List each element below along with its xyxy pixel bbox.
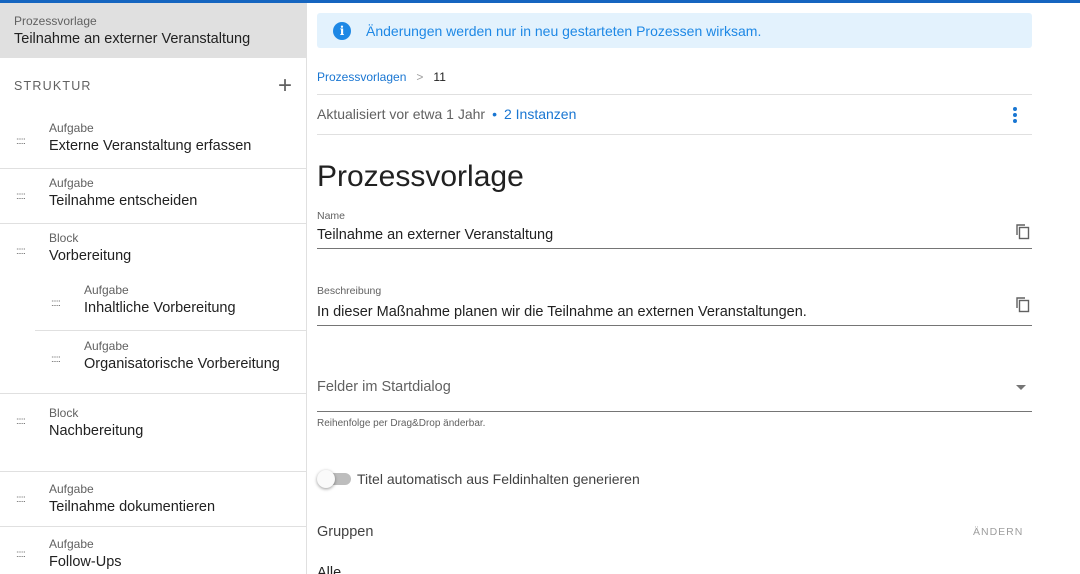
structure-block-vorbereitung[interactable]: ::::: Block Vorbereitung ::::: Aufgabe I…	[0, 224, 306, 394]
drag-handle-icon[interactable]: :::::	[16, 192, 26, 202]
breadcrumb-link-prozessvorlagen[interactable]: Prozessvorlagen	[317, 70, 406, 84]
dropdown-arrow-icon[interactable]	[1016, 385, 1026, 390]
item-name: Teilnahme dokumentieren	[49, 499, 216, 515]
info-banner: i Änderungen werden nur in neu gestartet…	[317, 13, 1032, 48]
groups-label: Gruppen	[317, 524, 374, 540]
drag-drop-hint: Reihenfolge per Drag&Drop änderbar.	[317, 418, 486, 429]
auto-title-toggle[interactable]	[317, 469, 353, 489]
meta-row: Aktualisiert vor etwa 1 Jahr • 2 Instanz…	[317, 106, 576, 122]
structure-block-nachbereitung[interactable]: ::::: Block Nachbereitung	[0, 394, 306, 472]
item-type: Aufgabe	[49, 482, 94, 496]
auto-title-toggle-label: Titel automatisch aus Feldinhalten gener…	[357, 471, 640, 487]
structure-item-organisatorische-vorbereitung[interactable]: ::::: Aufgabe Organisatorische Vorbereit…	[35, 332, 306, 387]
item-name: Vorbereitung	[49, 248, 132, 264]
breadcrumb: Prozessvorlagen > 11	[317, 70, 446, 84]
info-text: Änderungen werden nur in neu gestarteten…	[366, 22, 762, 39]
item-type: Aufgabe	[49, 176, 94, 190]
toggle-thumb[interactable]	[317, 470, 335, 488]
drag-handle-icon[interactable]: :::::	[16, 495, 26, 505]
sidebar: Prozessvorlage Teilnahme an externer Ver…	[0, 3, 307, 574]
structure-item-inhaltliche-vorbereitung[interactable]: ::::: Aufgabe Inhaltliche Vorbereitung	[35, 276, 306, 331]
item-type: Block	[49, 231, 79, 245]
page-title: Prozessvorlage	[317, 160, 524, 193]
description-field[interactable]: Beschreibung In dieser Maßnahme planen w…	[317, 285, 1032, 326]
start-dialog-fields-select[interactable]: Felder im Startdialog	[317, 375, 1032, 412]
copy-icon[interactable]	[1016, 297, 1030, 313]
item-type: Block	[49, 406, 79, 420]
sidebar-header-title: Teilnahme an externer Veranstaltung	[14, 31, 251, 47]
breadcrumb-current: 11	[433, 70, 446, 84]
breadcrumb-separator: >	[416, 70, 424, 84]
drag-handle-icon[interactable]: :::::	[16, 550, 26, 560]
item-type: Aufgabe	[84, 283, 129, 297]
drag-handle-icon[interactable]: :::::	[16, 417, 26, 427]
main-content: i Änderungen werden nur in neu gestartet…	[307, 3, 1080, 574]
item-name: Inhaltliche Vorbereitung	[84, 300, 236, 316]
plus-icon[interactable]: +	[278, 74, 292, 98]
description-field-label: Beschreibung	[317, 285, 382, 297]
structure-item-teilnahme-entscheiden[interactable]: ::::: Aufgabe Teilnahme entscheiden	[0, 169, 306, 224]
drag-handle-icon[interactable]: :::::	[16, 247, 26, 257]
updated-text: Aktualisiert vor etwa 1 Jahr	[317, 106, 486, 122]
structure-item-follow-ups[interactable]: ::::: Aufgabe Follow-Ups	[0, 527, 306, 574]
item-type: Aufgabe	[84, 339, 129, 353]
change-groups-button[interactable]: ÄNDERN	[973, 526, 1023, 538]
divider	[317, 94, 1032, 95]
item-name: Teilnahme entscheiden	[49, 193, 198, 209]
name-field[interactable]: Name Teilnahme an externer Veranstaltung	[317, 210, 1032, 249]
structure-item-teilnahme-dokumentieren[interactable]: ::::: Aufgabe Teilnahme dokumentieren	[0, 472, 306, 527]
drag-handle-icon[interactable]: :::::	[51, 299, 61, 309]
sidebar-header[interactable]: Prozessvorlage Teilnahme an externer Ver…	[0, 3, 306, 58]
structure-label: STRUKTUR	[14, 79, 92, 93]
meta-separator: •	[492, 106, 497, 122]
info-icon: i	[333, 21, 351, 40]
divider	[317, 134, 1032, 135]
item-type: Aufgabe	[49, 537, 94, 551]
start-dialog-fields-placeholder: Felder im Startdialog	[317, 379, 451, 395]
item-name: Externe Veranstaltung erfassen	[49, 138, 252, 154]
instances-link[interactable]: 2 Instanzen	[504, 106, 576, 122]
item-type: Aufgabe	[49, 121, 94, 135]
item-name: Nachbereitung	[49, 423, 144, 439]
drag-handle-icon[interactable]: :::::	[16, 137, 26, 147]
item-name: Organisatorische Vorbereitung	[84, 356, 280, 372]
sidebar-header-subtitle: Prozessvorlage	[14, 14, 97, 28]
structure-row: STRUKTUR +	[0, 58, 306, 114]
structure-item-externe-veranstaltung-erfassen[interactable]: ::::: Aufgabe Externe Veranstaltung erfa…	[0, 114, 306, 169]
name-field-label: Name	[317, 210, 346, 222]
description-field-value[interactable]: In dieser Maßnahme planen wir die Teilna…	[317, 304, 1032, 325]
more-vert-icon[interactable]	[1007, 105, 1023, 125]
groups-value: Alle	[317, 565, 342, 574]
item-name: Follow-Ups	[49, 554, 122, 570]
copy-icon[interactable]	[1016, 224, 1030, 240]
drag-handle-icon[interactable]: :::::	[51, 355, 61, 365]
name-field-value[interactable]: Teilnahme an externer Veranstaltung	[317, 227, 1032, 248]
